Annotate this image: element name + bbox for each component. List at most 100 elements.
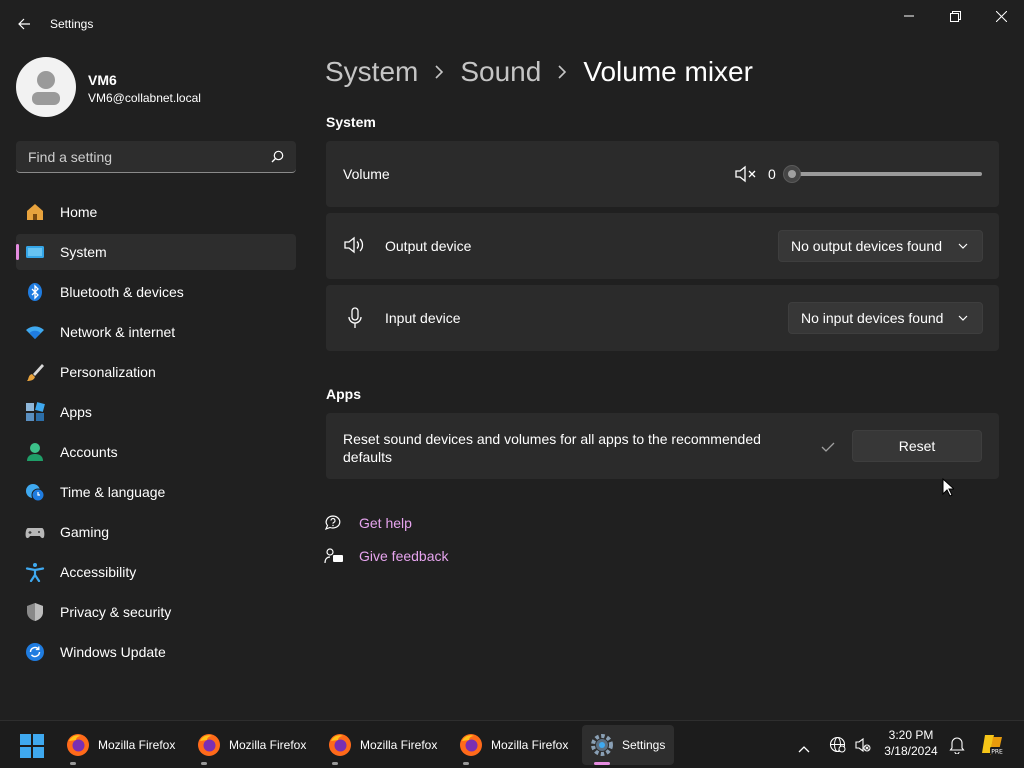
output-device-label: Output device bbox=[385, 238, 472, 254]
sidebar-item-accessibility[interactable]: Accessibility bbox=[16, 554, 296, 590]
taskbar-settings[interactable]: Settings bbox=[582, 725, 674, 765]
close-icon bbox=[995, 10, 1007, 22]
running-indicator bbox=[463, 762, 469, 765]
input-device-dropdown[interactable]: No input devices found bbox=[788, 302, 983, 334]
speaker-muted-icon[interactable] bbox=[735, 165, 757, 188]
title-bar: Settings bbox=[0, 0, 1024, 48]
taskbar-label: Mozilla Firefox bbox=[360, 738, 438, 752]
taskbar-firefox-4[interactable]: Mozilla Firefox bbox=[451, 725, 576, 765]
sidebar-item-system[interactable]: System bbox=[16, 234, 296, 270]
reset-description: Reset sound devices and volumes for all … bbox=[343, 431, 761, 465]
sidebar-item-label: Bluetooth & devices bbox=[60, 284, 184, 300]
taskbar-label: Mozilla Firefox bbox=[229, 738, 307, 752]
sidebar-item-label: Network & internet bbox=[60, 324, 176, 340]
sidebar-item-label: Accounts bbox=[60, 444, 118, 460]
sidebar-item-label: Personalization bbox=[60, 364, 156, 380]
taskbar-firefox-3[interactable]: Mozilla Firefox bbox=[320, 725, 445, 765]
volume-muted-tray-icon[interactable] bbox=[855, 737, 871, 758]
sidebar-item-windows-update[interactable]: Windows Update bbox=[16, 634, 296, 670]
output-device-dropdown[interactable]: No output devices found bbox=[778, 230, 983, 262]
sidebar-item-apps[interactable]: Apps bbox=[16, 394, 296, 430]
chevron-down-icon bbox=[958, 243, 968, 249]
chevron-down-icon bbox=[958, 315, 968, 321]
section-title-system: System bbox=[326, 114, 376, 130]
volume-slider-thumb[interactable] bbox=[783, 165, 801, 183]
copilot-preview-icon[interactable]: PRE bbox=[979, 732, 1005, 763]
sidebar-item-label: Home bbox=[60, 204, 98, 220]
sidebar-item-personalization[interactable]: Personalization bbox=[16, 354, 296, 390]
input-device-label: Input device bbox=[385, 310, 461, 326]
search-icon[interactable] bbox=[271, 150, 284, 163]
feedback-icon bbox=[324, 547, 344, 570]
firefox-icon bbox=[67, 734, 89, 756]
minimize-button[interactable] bbox=[886, 0, 932, 32]
sidebar-item-time-language[interactable]: Time & language bbox=[16, 474, 296, 510]
speaker-icon bbox=[344, 236, 366, 259]
taskbar-firefox-2[interactable]: Mozilla Firefox bbox=[189, 725, 314, 765]
volume-value: 0 bbox=[768, 166, 776, 182]
sidebar-item-label: Privacy & security bbox=[60, 604, 172, 620]
sidebar-item-label: Accessibility bbox=[60, 564, 137, 580]
search-box[interactable] bbox=[16, 141, 296, 173]
avatar[interactable] bbox=[16, 57, 76, 117]
running-indicator bbox=[201, 762, 207, 765]
taskbar-label: Settings bbox=[622, 738, 666, 752]
volume-slider[interactable] bbox=[790, 172, 982, 176]
user-email: VM6@collabnet.local bbox=[88, 91, 201, 105]
app-title: Settings bbox=[50, 17, 94, 31]
sidebar-item-network[interactable]: Network & internet bbox=[16, 314, 296, 350]
page-title: Volume mixer bbox=[583, 56, 753, 87]
output-device-value: No output devices found bbox=[791, 238, 942, 254]
taskbar-clock[interactable]: 3:20 PM 3/18/2024 bbox=[876, 727, 946, 759]
minimize-icon bbox=[904, 15, 914, 17]
sidebar-item-label: Windows Update bbox=[60, 644, 166, 660]
sidebar-item-accounts[interactable]: Accounts bbox=[16, 434, 296, 470]
breadcrumb: System Sound Volume mixer bbox=[325, 56, 753, 88]
firefox-icon bbox=[460, 734, 482, 756]
sidebar-item-privacy[interactable]: Privacy & security bbox=[16, 594, 296, 630]
checkmark-icon bbox=[821, 440, 835, 458]
restore-icon bbox=[949, 10, 961, 22]
chevron-right-icon bbox=[557, 65, 567, 79]
shield-icon bbox=[25, 602, 45, 622]
get-help-link[interactable]: Get help bbox=[359, 515, 412, 531]
notification-bell-icon[interactable] bbox=[949, 736, 965, 759]
help-icon bbox=[324, 514, 344, 537]
sidebar-item-bluetooth[interactable]: Bluetooth & devices bbox=[16, 274, 296, 310]
maximize-button[interactable] bbox=[932, 0, 978, 32]
search-input[interactable] bbox=[26, 141, 266, 172]
sidebar-item-gaming[interactable]: Gaming bbox=[16, 514, 296, 550]
clock-time: 3:20 PM bbox=[888, 728, 934, 742]
system-icon bbox=[25, 242, 45, 262]
taskbar-firefox-1[interactable]: Mozilla Firefox bbox=[58, 725, 183, 765]
close-button[interactable] bbox=[978, 0, 1024, 32]
give-feedback-link[interactable]: Give feedback bbox=[359, 548, 449, 564]
svg-text:PRE: PRE bbox=[991, 749, 1003, 756]
sidebar-item-label: Time & language bbox=[60, 484, 166, 500]
taskbar-label: Mozilla Firefox bbox=[491, 738, 569, 752]
breadcrumb-sound[interactable]: Sound bbox=[460, 56, 541, 88]
start-windows-icon[interactable] bbox=[20, 734, 44, 763]
sidebar-item-home[interactable]: Home bbox=[16, 194, 296, 230]
back-button[interactable] bbox=[10, 10, 38, 38]
accounts-icon bbox=[25, 442, 45, 462]
firefox-icon bbox=[198, 734, 220, 756]
accessibility-icon bbox=[25, 562, 45, 582]
chevron-up-icon[interactable] bbox=[798, 740, 810, 758]
clock-globe-icon bbox=[25, 482, 45, 502]
taskbar-label: Mozilla Firefox bbox=[98, 738, 176, 752]
clock-date: 3/18/2024 bbox=[884, 744, 938, 758]
running-indicator bbox=[332, 762, 338, 765]
breadcrumb-system[interactable]: System bbox=[325, 56, 418, 88]
brush-icon bbox=[25, 362, 45, 382]
section-title-apps: Apps bbox=[326, 386, 361, 402]
wifi-icon bbox=[25, 322, 45, 342]
taskbar: Mozilla Firefox Mozilla Firefox Mozilla … bbox=[0, 720, 1024, 768]
network-globe-icon[interactable] bbox=[829, 736, 846, 758]
reset-button[interactable]: Reset bbox=[852, 430, 982, 462]
sidebar-nav: Home System Bluetooth & devices Network … bbox=[16, 194, 296, 674]
sidebar-item-label: Gaming bbox=[60, 524, 110, 540]
running-indicator bbox=[70, 762, 76, 765]
home-icon bbox=[25, 202, 45, 222]
microphone-icon bbox=[347, 307, 363, 334]
